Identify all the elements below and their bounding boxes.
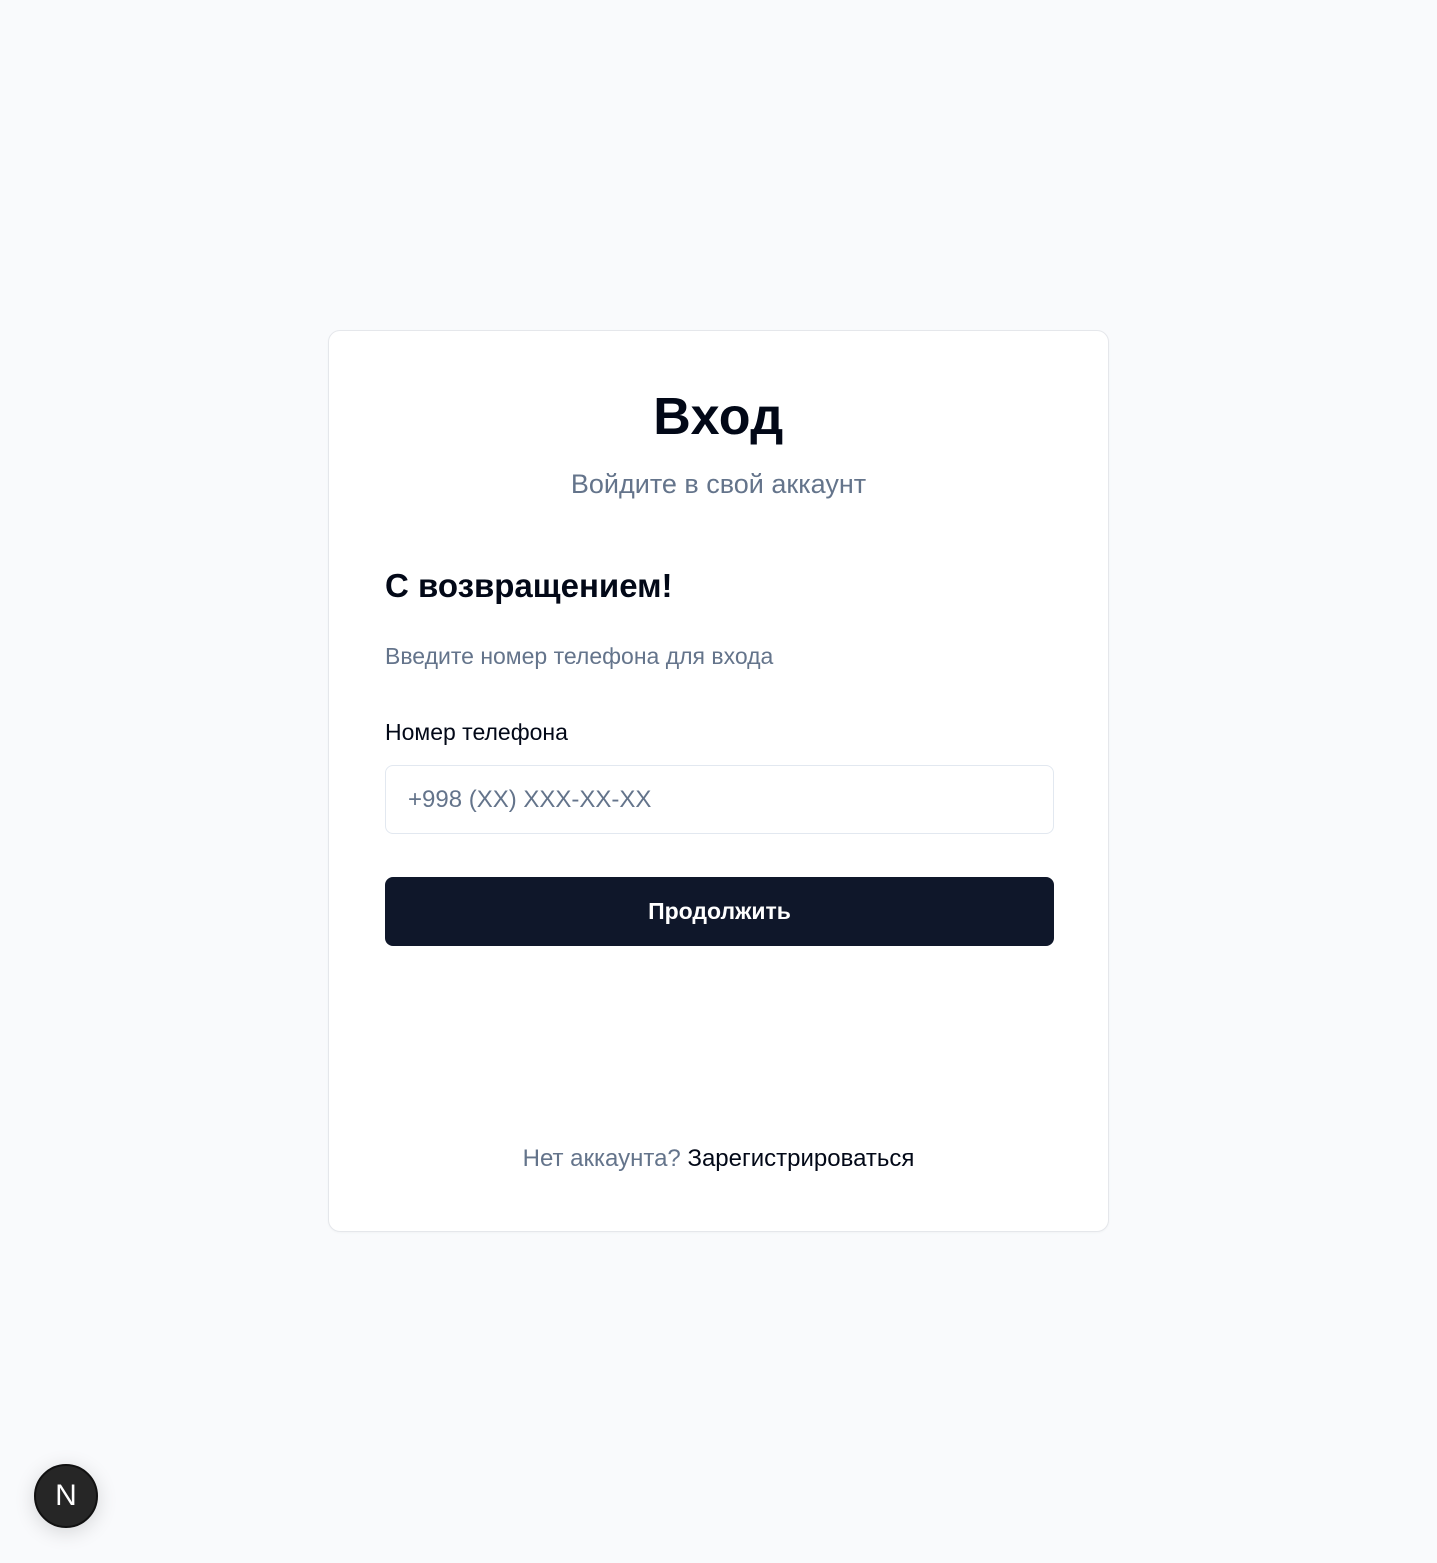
welcome-heading: С возвращением!	[385, 567, 673, 604]
register-link[interactable]: Зарегистрироваться	[687, 1145, 914, 1172]
phone-label: Номер телефона	[385, 719, 568, 745]
register-prompt: Нет аккаунта? Зарегистрироваться	[329, 1145, 1108, 1173]
no-account-text: Нет аккаунта?	[522, 1145, 681, 1172]
page-subtitle: Войдите в свой аккаунт	[570, 469, 867, 499]
form-description: Введите номер телефона для входа	[385, 643, 774, 669]
nextjs-dev-tools-button[interactable]: N	[34, 1464, 98, 1528]
phone-input[interactable]	[385, 765, 1054, 834]
nextjs-logo-icon: N	[55, 1479, 77, 1512]
login-card: Вход Войдите в свой аккаунт С возвращени…	[328, 330, 1109, 1232]
page-title: Вход	[653, 388, 784, 446]
continue-button[interactable]: Продолжить	[385, 877, 1054, 946]
